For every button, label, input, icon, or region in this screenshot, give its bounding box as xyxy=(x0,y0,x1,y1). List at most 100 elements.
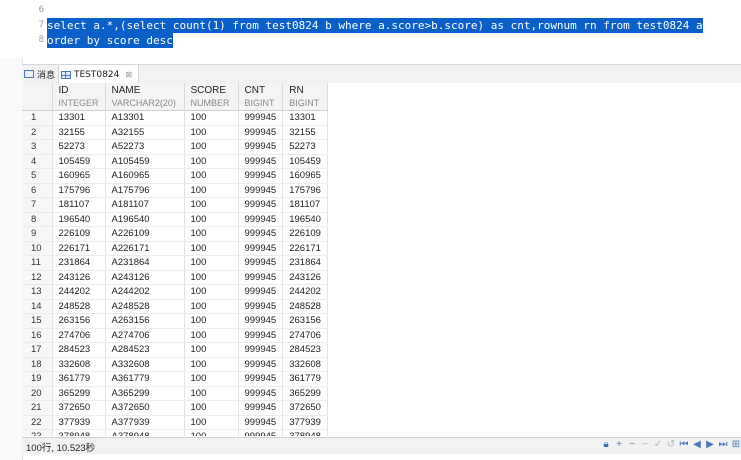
table-cell[interactable]: 999945 xyxy=(238,386,284,401)
table-cell[interactable]: 377939 xyxy=(282,415,328,430)
result-grid[interactable]: ID INTEGER NAME VARCHAR2(20) SCORE NUMBER CNT B… xyxy=(22,83,741,436)
table-cell[interactable]: 100 xyxy=(184,371,239,387)
table-cell[interactable]: A274706 xyxy=(105,328,185,343)
table-cell[interactable]: 100 xyxy=(184,270,239,285)
table-cell[interactable]: 226109 xyxy=(52,226,106,242)
table-cell[interactable]: 248528 xyxy=(52,299,106,314)
table-cell[interactable]: 999945 xyxy=(238,371,284,387)
table-cell[interactable]: 999945 xyxy=(238,212,284,227)
table-cell[interactable]: 332608 xyxy=(282,357,328,372)
table-cell[interactable]: 999945 xyxy=(238,241,284,256)
column-header[interactable]: RN BIGINT xyxy=(282,83,328,111)
table-row[interactable]: 16 274706 A274706 100 999945 274706 xyxy=(22,328,328,343)
table-row[interactable]: 3 52273 A52273 100 999945 52273 xyxy=(22,139,328,155)
table-cell[interactable]: 284523 xyxy=(282,342,328,358)
cancel-icon[interactable]: − xyxy=(640,439,650,451)
table-cell[interactable]: A365299 xyxy=(105,386,185,401)
table-cell[interactable]: 52273 xyxy=(282,139,328,155)
table-row[interactable]: 5 160965 A160965 100 999945 160965 xyxy=(22,168,328,184)
revert-icon[interactable]: ↺ xyxy=(666,439,676,451)
table-cell[interactable]: 274706 xyxy=(52,328,106,343)
table-cell[interactable]: 181107 xyxy=(282,197,328,213)
table-cell[interactable]: 226171 xyxy=(52,241,106,256)
table-cell[interactable]: 226171 xyxy=(282,241,328,256)
table-cell[interactable]: 999945 xyxy=(238,415,284,430)
table-cell[interactable]: 999945 xyxy=(238,168,284,184)
table-cell[interactable]: 160965 xyxy=(282,168,328,184)
last-page-icon[interactable]: ⏭ xyxy=(718,439,728,451)
table-row[interactable]: 18 332608 A332608 100 999945 332608 xyxy=(22,357,328,372)
table-cell[interactable]: 100 xyxy=(184,429,239,436)
table-cell[interactable]: A181107 xyxy=(105,197,185,213)
table-row[interactable]: 6 175796 A175796 100 999945 175796 xyxy=(22,183,328,198)
table-cell[interactable]: 999945 xyxy=(238,255,284,271)
table-cell[interactable]: 284523 xyxy=(52,342,106,358)
table-cell[interactable]: 100 xyxy=(184,139,239,155)
sql-code-line[interactable]: select a.*,(select count(1) from test082… xyxy=(47,18,703,33)
table-row[interactable]: 9 226109 A226109 100 999945 226109 xyxy=(22,226,328,242)
table-cell[interactable]: 999945 xyxy=(238,226,284,242)
editor-line[interactable]: 7 select a.*,(select count(1) from test0… xyxy=(0,18,741,33)
table-row[interactable]: 20 365299 A365299 100 999945 365299 xyxy=(22,386,328,401)
table-cell[interactable]: 100 xyxy=(184,313,239,329)
table-cell[interactable]: 13301 xyxy=(52,110,106,126)
table-cell[interactable]: 999945 xyxy=(238,328,284,343)
table-cell[interactable]: 100 xyxy=(184,197,239,213)
table-cell[interactable]: 263156 xyxy=(282,313,328,329)
table-cell[interactable]: 175796 xyxy=(52,183,106,198)
table-cell[interactable]: A175796 xyxy=(105,183,185,198)
table-row[interactable]: 21 372650 A372650 100 999945 372650 xyxy=(22,400,328,416)
table-cell[interactable]: 378948 xyxy=(282,429,328,436)
table-cell[interactable]: A284523 xyxy=(105,342,185,358)
table-cell[interactable]: 365299 xyxy=(282,386,328,401)
table-cell[interactable]: 100 xyxy=(184,328,239,343)
table-cell[interactable]: 231864 xyxy=(52,255,106,271)
editor-line[interactable]: 8 order by score desc xyxy=(0,33,741,48)
column-header[interactable]: NAME VARCHAR2(20) xyxy=(105,83,185,111)
table-cell[interactable]: A263156 xyxy=(105,313,185,329)
lock-icon[interactable]: 🔒︎ xyxy=(601,439,611,451)
table-cell[interactable]: 100 xyxy=(184,386,239,401)
table-row[interactable]: 23378948A378948100999945378948 xyxy=(22,429,328,436)
table-cell[interactable]: 100 xyxy=(184,357,239,372)
table-cell[interactable]: 100 xyxy=(184,212,239,227)
table-cell[interactable]: 243126 xyxy=(282,270,328,285)
table-cell[interactable]: 365299 xyxy=(52,386,106,401)
table-cell[interactable]: 100 xyxy=(184,255,239,271)
table-cell[interactable]: A248528 xyxy=(105,299,185,314)
more-icon[interactable]: ⊞ xyxy=(731,439,741,451)
sql-code-line[interactable]: order by score desc xyxy=(47,33,173,48)
table-row[interactable]: 8 196540 A196540 100 999945 196540 xyxy=(22,212,328,227)
add-row-icon[interactable]: + xyxy=(614,439,624,451)
table-cell[interactable]: 263156 xyxy=(52,313,106,329)
table-row[interactable]: 2 32155 A32155 100 999945 32155 xyxy=(22,125,328,140)
table-row[interactable]: 13 244202 A244202 100 999945 244202 xyxy=(22,284,328,300)
sql-editor[interactable]: 6 7 select a.*,(select count(1) from tes… xyxy=(0,0,741,58)
table-cell[interactable]: 100 xyxy=(184,110,239,126)
table-cell[interactable]: 160965 xyxy=(52,168,106,184)
table-cell[interactable]: 100 xyxy=(184,415,239,430)
table-cell[interactable]: A244202 xyxy=(105,284,185,300)
table-cell[interactable]: 372650 xyxy=(52,400,106,416)
table-cell[interactable]: 226109 xyxy=(282,226,328,242)
table-cell[interactable]: 52273 xyxy=(52,139,106,155)
table-cell[interactable]: 378948 xyxy=(52,429,106,436)
table-row[interactable]: 12 243126 A243126 100 999945 243126 xyxy=(22,270,328,285)
table-cell[interactable]: 100 xyxy=(184,226,239,242)
table-cell[interactable]: 196540 xyxy=(282,212,328,227)
table-cell[interactable]: 175796 xyxy=(282,183,328,198)
table-cell[interactable]: A372650 xyxy=(105,400,185,416)
table-cell[interactable]: A105459 xyxy=(105,154,185,169)
table-cell[interactable]: 244202 xyxy=(52,284,106,300)
table-cell[interactable]: 100 xyxy=(184,342,239,358)
table-cell[interactable]: 100 xyxy=(184,241,239,256)
table-cell[interactable]: A243126 xyxy=(105,270,185,285)
table-row[interactable]: 7 181107 A181107 100 999945 181107 xyxy=(22,197,328,213)
table-cell[interactable]: 999945 xyxy=(238,299,284,314)
table-cell[interactable]: 105459 xyxy=(52,154,106,169)
table-cell[interactable]: A52273 xyxy=(105,139,185,155)
column-header[interactable]: CNT BIGINT xyxy=(238,83,284,111)
table-cell[interactable]: 13301 xyxy=(282,110,328,126)
table-cell[interactable]: 32155 xyxy=(282,125,328,140)
table-cell[interactable]: A160965 xyxy=(105,168,185,184)
